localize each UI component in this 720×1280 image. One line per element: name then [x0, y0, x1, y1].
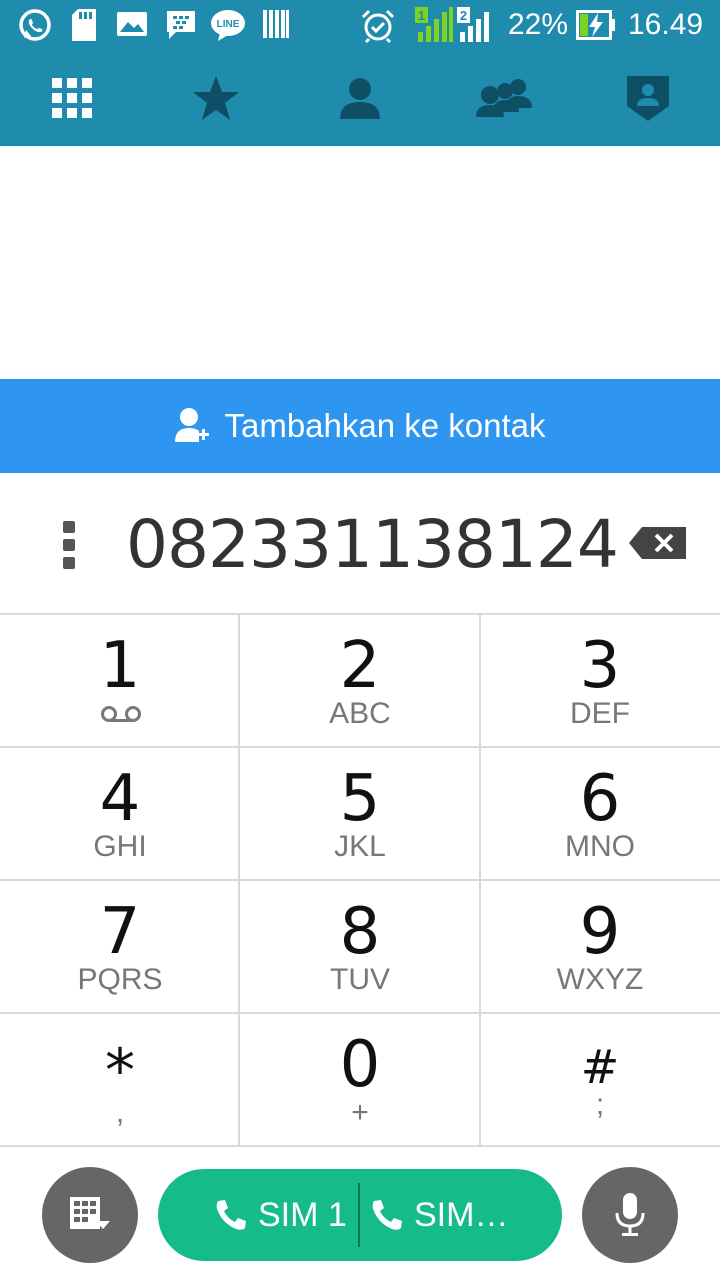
keypad: 1 2 ABC 3 DEF 4 GHI 5 JKL 6 MNO 7 PQRS 8… — [0, 613, 720, 1147]
dialpad-icon — [52, 78, 92, 118]
microphone-icon — [615, 1193, 645, 1236]
keypad-divider — [479, 615, 481, 1147]
tab-bar — [0, 50, 720, 146]
battery-percent: 22% — [508, 8, 569, 41]
key-letters: ABC — [329, 697, 391, 730]
voice-search-button[interactable] — [582, 1167, 678, 1263]
key-letters: JKL — [334, 830, 386, 863]
shield-person-icon — [627, 76, 669, 121]
group-icon — [476, 79, 532, 117]
sim2-signal-icon: 2 — [457, 7, 489, 42]
sim2-label: SIM… — [414, 1195, 509, 1234]
alarm-icon — [361, 9, 395, 44]
voicemail-icon — [101, 706, 141, 722]
line-icon-label: LINE — [217, 19, 240, 30]
key-3[interactable]: 3 DEF — [480, 615, 720, 748]
barcode-icon — [263, 10, 289, 38]
keypad-hide-icon — [70, 1197, 110, 1229]
keypad-divider — [0, 1012, 720, 1014]
search-results-area — [0, 146, 720, 379]
hide-keypad-button[interactable] — [42, 1167, 138, 1263]
key-letters: MNO — [565, 830, 635, 863]
line-icon: LINE — [211, 10, 245, 41]
image-icon — [117, 12, 147, 36]
key-5[interactable]: 5 JKL — [240, 748, 480, 881]
battery-charging-icon — [576, 10, 615, 40]
key-digit: 6 — [579, 762, 621, 836]
key-letters: + — [351, 1096, 369, 1129]
key-digit: 4 — [99, 762, 141, 836]
dialed-number[interactable]: 082331138124 — [126, 507, 619, 583]
clock: 16.49 — [628, 8, 704, 41]
key-1[interactable]: 1 — [0, 615, 240, 748]
keypad-divider — [0, 879, 720, 881]
add-to-contacts-label: Tambahkan ke kontak — [224, 407, 546, 444]
key-letters: WXYZ — [556, 963, 644, 996]
key-8[interactable]: 8 TUV — [240, 881, 480, 1014]
key-letters: ; — [595, 1088, 605, 1121]
number-display-row: 082331138124 — [0, 473, 720, 613]
tab-dialpad[interactable] — [0, 50, 144, 146]
call-sim2-button[interactable]: SIM… — [360, 1169, 562, 1261]
key-letters: TUV — [330, 963, 390, 996]
backspace-icon[interactable] — [628, 525, 688, 561]
keypad-divider — [238, 615, 240, 1147]
key-digit: 2 — [339, 629, 381, 703]
key-digit: 7 — [99, 895, 141, 969]
key-digit: 5 — [339, 762, 381, 836]
status-bar: LINE 1 2 22% 16.49 — [0, 0, 720, 50]
call-sim1-button[interactable]: SIM 1 — [158, 1169, 358, 1261]
add-person-icon — [175, 408, 210, 442]
keypad-divider — [0, 746, 720, 748]
overflow-menu-icon[interactable] — [52, 517, 86, 573]
person-icon — [340, 78, 380, 119]
key-hash[interactable]: # ; — [480, 1014, 720, 1147]
key-digit: 9 — [579, 895, 621, 969]
key-letters: , — [115, 1096, 125, 1129]
key-9[interactable]: 9 WXYZ — [480, 881, 720, 1014]
sim1-signal-icon: 1 — [415, 7, 453, 42]
phone-icon — [372, 1200, 402, 1230]
tab-security[interactable] — [576, 50, 720, 146]
sim1-badge: 1 — [418, 8, 425, 23]
whatsapp-icon — [19, 9, 51, 41]
key-letters: PQRS — [77, 963, 163, 996]
bbm-icon — [167, 11, 195, 39]
key-letters: DEF — [570, 697, 630, 730]
call-button-group: SIM 1 SIM… — [158, 1169, 562, 1261]
bottom-action-bar: SIM 1 SIM… — [0, 1145, 720, 1280]
tab-favorites[interactable] — [144, 50, 288, 146]
key-2[interactable]: 2 ABC — [240, 615, 480, 748]
key-0[interactable]: 0 + — [240, 1014, 480, 1147]
tab-contacts[interactable] — [288, 50, 432, 146]
key-letters: GHI — [93, 830, 147, 863]
key-digit: 1 — [99, 629, 141, 703]
phone-icon — [216, 1200, 246, 1230]
key-digit: 0 — [339, 1028, 381, 1102]
sim1-label: SIM 1 — [258, 1195, 347, 1234]
key-6[interactable]: 6 MNO — [480, 748, 720, 881]
tab-groups[interactable] — [432, 50, 576, 146]
star-icon — [193, 76, 239, 120]
key-7[interactable]: 7 PQRS — [0, 881, 240, 1014]
key-4[interactable]: 4 GHI — [0, 748, 240, 881]
key-digit: 8 — [339, 895, 381, 969]
sd-card-icon — [72, 9, 96, 41]
add-to-contacts-button[interactable]: Tambahkan ke kontak — [0, 379, 720, 473]
sim2-badge: 2 — [460, 8, 467, 23]
key-star[interactable]: * , — [0, 1014, 240, 1147]
key-digit: 3 — [579, 629, 621, 703]
